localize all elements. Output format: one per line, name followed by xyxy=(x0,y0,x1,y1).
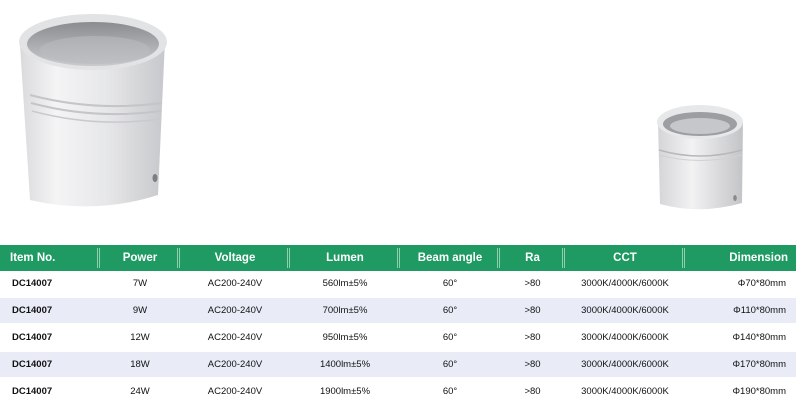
cell-voltage: AC200-240V xyxy=(180,324,290,352)
cell-ra: >80 xyxy=(500,378,565,406)
cell-power: 24W xyxy=(100,378,180,406)
cell-item-no: DC14007 xyxy=(0,351,100,379)
spec-table: Item No. Power Voltage Lumen Beam angle … xyxy=(0,245,796,406)
table-row: DC14007 12W AC200-240V 950lm±5% 60° >80 … xyxy=(0,324,796,352)
cell-item-no: DC14007 xyxy=(0,271,100,298)
header-dimension: Dimension xyxy=(685,245,796,271)
table-row: DC14007 9W AC200-240V 700lm±5% 60° >80 3… xyxy=(0,297,796,325)
cell-power: 12W xyxy=(100,324,180,352)
cell-voltage: AC200-240V xyxy=(180,297,290,325)
cell-ra: >80 xyxy=(500,324,565,352)
cell-cct: 3000K/4000K/6000K xyxy=(565,378,685,406)
cell-beam-angle: 60° xyxy=(400,378,500,406)
cell-ra: >80 xyxy=(500,351,565,379)
header-lumen: Lumen xyxy=(290,245,400,271)
cell-dimension: Φ170*80mm xyxy=(685,351,796,379)
product-photos xyxy=(19,14,743,210)
header-power: Power xyxy=(100,245,180,271)
cell-lumen: 560lm±5% xyxy=(290,271,400,298)
small-downlight-photo xyxy=(657,105,743,210)
cell-power: 18W xyxy=(100,351,180,379)
large-downlight-photo xyxy=(19,14,167,207)
table-header-row: Item No. Power Voltage Lumen Beam angle … xyxy=(0,245,796,271)
cell-voltage: AC200-240V xyxy=(180,378,290,406)
cell-item-no: DC14007 xyxy=(0,324,100,352)
cell-lumen: 1400lm±5% xyxy=(290,351,400,379)
cell-cct: 3000K/4000K/6000K xyxy=(565,351,685,379)
cell-ra: >80 xyxy=(500,297,565,325)
cell-lumen: 950lm±5% xyxy=(290,324,400,352)
header-beam-angle: Beam angle xyxy=(400,245,500,271)
table-row: DC14007 7W AC200-240V 560lm±5% 60° >80 3… xyxy=(0,271,796,298)
cell-item-no: DC14007 xyxy=(0,378,100,406)
cell-lumen: 1900lm±5% xyxy=(290,378,400,406)
cell-power: 7W xyxy=(100,271,180,298)
header-cct: CCT xyxy=(565,245,685,271)
cell-beam-angle: 60° xyxy=(400,271,500,298)
cell-beam-angle: 60° xyxy=(400,351,500,379)
cell-voltage: AC200-240V xyxy=(180,271,290,298)
cell-ra: >80 xyxy=(500,271,565,298)
cell-dimension: Φ140*80mm xyxy=(685,324,796,352)
header-voltage: Voltage xyxy=(180,245,290,271)
table-row: DC14007 24W AC200-240V 1900lm±5% 60° >80… xyxy=(0,378,796,406)
cell-cct: 3000K/4000K/6000K xyxy=(565,271,685,298)
cell-power: 9W xyxy=(100,297,180,325)
header-ra: Ra xyxy=(500,245,565,271)
cell-dimension: Φ190*80mm xyxy=(685,378,796,406)
cell-lumen: 700lm±5% xyxy=(290,297,400,325)
cell-cct: 3000K/4000K/6000K xyxy=(565,297,685,325)
cell-beam-angle: 60° xyxy=(400,297,500,325)
cell-cct: 3000K/4000K/6000K xyxy=(565,324,685,352)
header-item-no: Item No. xyxy=(0,245,100,271)
cell-beam-angle: 60° xyxy=(400,324,500,352)
cell-dimension: Φ110*80mm xyxy=(685,297,796,325)
cell-item-no: DC14007 xyxy=(0,297,100,325)
table-row: DC14007 18W AC200-240V 1400lm±5% 60° >80… xyxy=(0,351,796,379)
cell-voltage: AC200-240V xyxy=(180,351,290,379)
cell-dimension: Φ70*80mm xyxy=(685,271,796,298)
